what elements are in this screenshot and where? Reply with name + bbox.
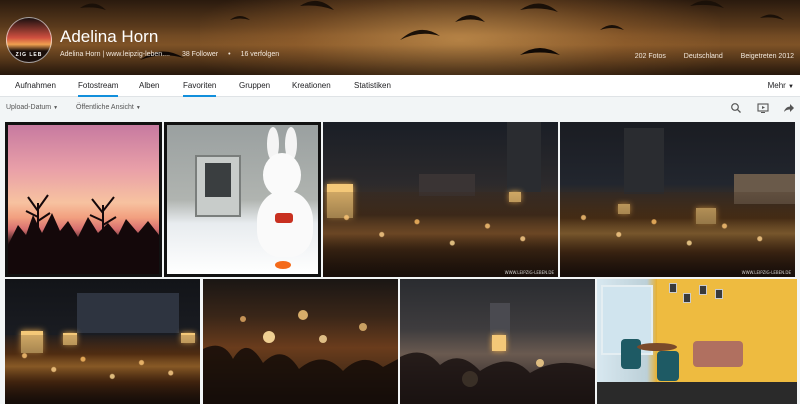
photo-candle-crowd-3[interactable] [5, 279, 200, 404]
photo-watermark: WWW.LEIPZIG-LEBEN.DE [741, 270, 791, 275]
photo-candle-crowd-1[interactable]: WWW.LEIPZIG-LEBEN.DE [323, 122, 558, 277]
tree-silhouettes [8, 194, 159, 274]
bunny-body [257, 191, 313, 257]
crowd [5, 335, 200, 404]
photo-sunset-trees[interactable] [5, 122, 162, 277]
bunny-bowtie [275, 213, 293, 223]
sparkler-lights [400, 352, 595, 404]
sofa [693, 341, 743, 367]
photo-grid: WWW.LEIPZIG-LEBEN.DE WWW.LEIPZIG-LEBEN.D… [0, 0, 800, 404]
armchair [621, 339, 641, 369]
floor [597, 382, 797, 404]
picture-frame [699, 285, 707, 295]
crowd [323, 191, 558, 277]
tower-building [624, 128, 664, 194]
crowd [560, 191, 795, 277]
opera-building [77, 293, 179, 333]
photo-snow-bunny[interactable] [164, 122, 321, 277]
carrot [275, 261, 291, 269]
picture-frame [669, 283, 677, 293]
photo-sparklers-crowd[interactable] [203, 279, 398, 404]
picture-frame [683, 293, 691, 303]
armchair [657, 351, 679, 381]
photo-candle-crowd-2[interactable]: WWW.LEIPZIG-LEBEN.DE [560, 122, 795, 277]
photo-watermark: WWW.LEIPZIG-LEBEN.DE [504, 270, 554, 275]
photo-sparklers-square[interactable] [400, 279, 595, 404]
tower-building [507, 122, 541, 192]
sparkler-lights [203, 310, 398, 404]
door [195, 155, 241, 217]
cafe-table [637, 343, 677, 351]
flickr-profile-page: ZIG LEB Adelina Horn Adelina Horn | www.… [0, 0, 800, 404]
photo-cafe-interior[interactable] [597, 279, 797, 404]
picture-frame [715, 289, 723, 299]
